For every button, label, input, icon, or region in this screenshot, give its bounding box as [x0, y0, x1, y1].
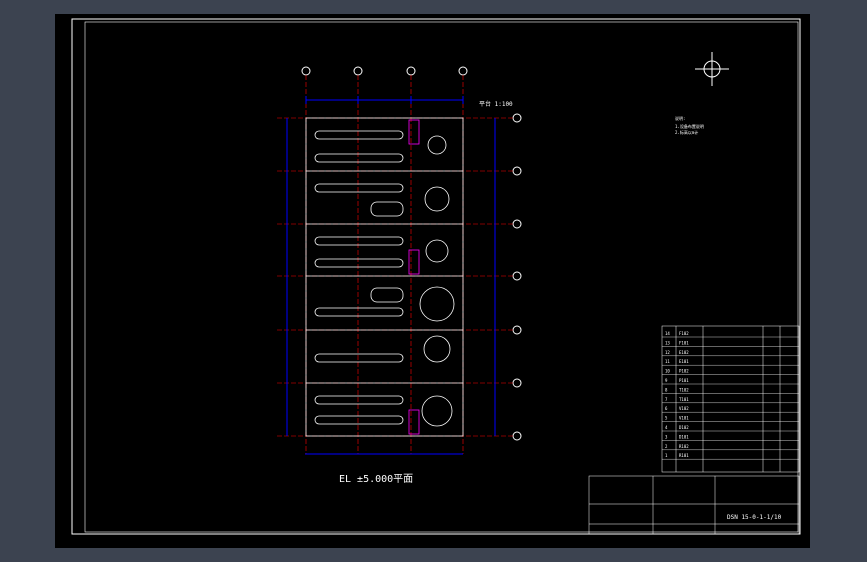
table-row-tag: V101: [679, 416, 689, 421]
table-row-tag: E102: [679, 350, 689, 355]
table-row-tag: V102: [679, 406, 689, 411]
equipment-rows: 14 F10213 F10112 E10211 E10110 P1029 P1018 T102…: [662, 331, 799, 460]
table-row-tag: T101: [679, 397, 689, 402]
table-row-tag: D101: [679, 434, 689, 439]
drawing-sheet: 平台 1:100 说明: 1.设备布置说明 2.标高以m计 EL ±5.000平…: [55, 14, 810, 548]
table-row-tag: P102: [679, 369, 689, 374]
table-row-tag: D102: [679, 425, 689, 430]
dimension-top: [305, 96, 464, 104]
north-arrow-icon: [695, 52, 729, 86]
stairs: [408, 119, 420, 435]
table-row-number: 1: [665, 453, 668, 458]
table-row-tag: R102: [679, 444, 689, 449]
platform-outline: [305, 117, 464, 437]
scale-note: 平台 1:100: [479, 100, 513, 108]
table-row-number: 3: [665, 434, 668, 439]
table-row-tag: F101: [679, 340, 689, 345]
table-row-number: 7: [665, 397, 668, 402]
table-row-number: 9: [665, 378, 668, 383]
table-row-tag: T102: [679, 387, 689, 392]
drawing-frame: [71, 18, 801, 535]
svg-text:说明:: 说明:: [675, 115, 685, 121]
svg-text:2.标高以m计: 2.标高以m计: [675, 129, 698, 135]
table-row-tag: R101: [679, 453, 689, 458]
plan-caption: EL ±5.000平面: [339, 474, 413, 485]
table-row-number: 14: [665, 331, 670, 336]
cad-drawing: 平台 1:100 说明: 1.设备布置说明 2.标高以m计 EL ±5.000平…: [71, 18, 801, 535]
table-row-number: 12: [665, 350, 670, 355]
grid-axis-right: [277, 113, 522, 441]
vertical-vessels: [419, 135, 455, 427]
title-block: [588, 475, 800, 535]
table-row-number: 4: [665, 425, 668, 430]
table-row-tag: F102: [679, 331, 689, 336]
table-row-number: 5: [665, 416, 668, 421]
table-row-number: 2: [665, 444, 668, 449]
table-row-tag: P101: [679, 378, 689, 383]
horizontal-vessels: [314, 130, 404, 425]
table-row-number: 13: [665, 340, 670, 345]
table-row-number: 11: [665, 359, 670, 364]
table-row-number: 6: [665, 406, 668, 411]
table-row-tag: E101: [679, 359, 689, 364]
svg-text:1.设备布置说明: 1.设备布置说明: [675, 123, 704, 129]
table-row-number: 10: [665, 369, 670, 374]
inner-frame: [84, 21, 799, 533]
design-notes: 说明: 1.设备布置说明 2.标高以m计: [675, 115, 704, 135]
drawing-number: DSN 15-0-1-1/10: [727, 514, 782, 521]
table-row-number: 8: [665, 387, 668, 392]
